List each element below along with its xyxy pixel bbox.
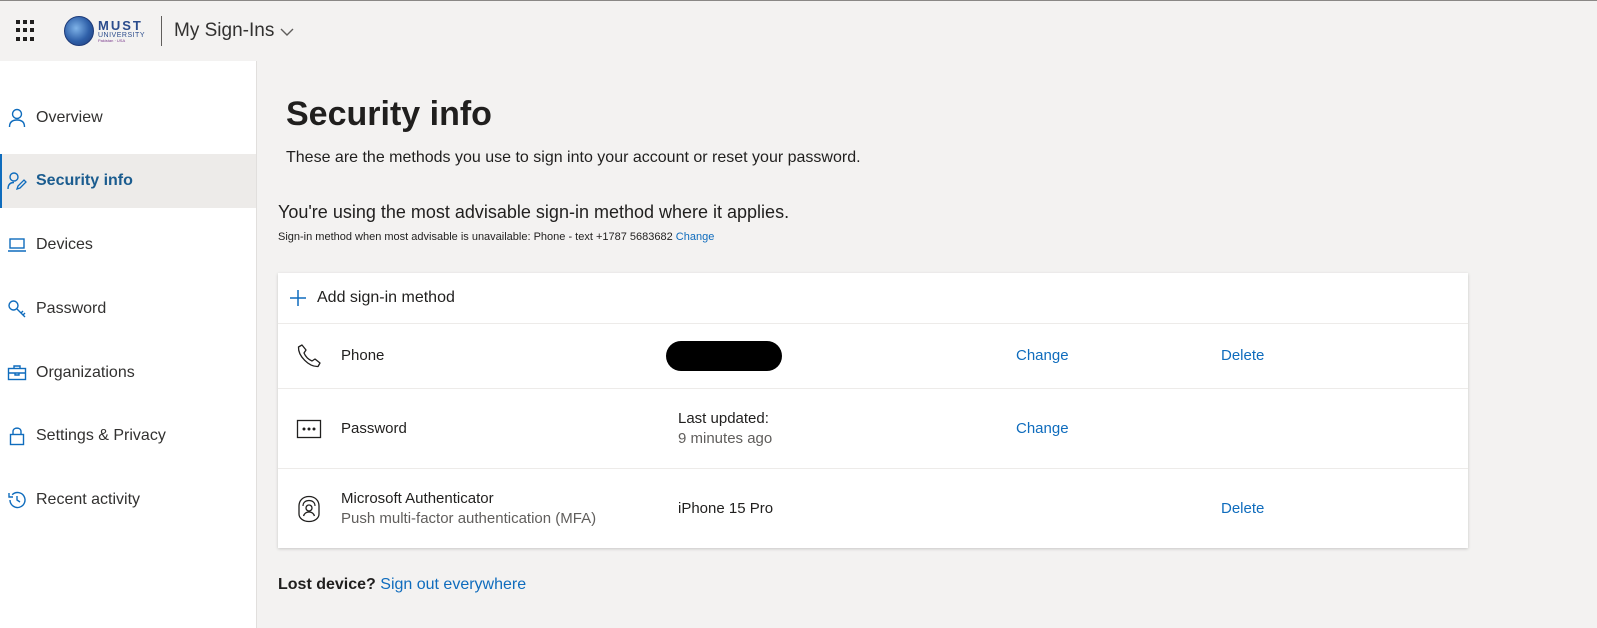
history-icon <box>7 490 27 510</box>
authenticator-subtitle: Push multi-factor authentication (MFA) <box>341 510 597 527</box>
sidebar-item-password[interactable]: Password <box>0 282 256 336</box>
app-launcher-icon[interactable] <box>16 20 38 42</box>
redacted-phone-number <box>666 341 782 371</box>
page-title: Security info <box>286 95 492 133</box>
chevron-down-icon <box>280 28 294 36</box>
authenticator-device: iPhone 15 Pro <box>678 500 774 517</box>
authenticator-delete-link[interactable]: Delete <box>1221 500 1264 517</box>
sidebar: Overview Security info Devices Password … <box>0 61 257 628</box>
person-icon <box>7 108 27 128</box>
authenticator-title: Microsoft Authenticator <box>341 490 494 507</box>
sidebar-item-label: Devices <box>36 236 93 253</box>
method-name: Microsoft Authenticator Push multi-facto… <box>341 490 596 527</box>
phone-icon <box>295 342 323 370</box>
method-name: Password <box>341 420 407 437</box>
sidebar-item-settings-privacy[interactable]: Settings & Privacy <box>0 409 256 463</box>
method-row-authenticator: Microsoft Authenticator Push multi-facto… <box>278 469 1468 549</box>
add-sign-in-method-button[interactable]: Add sign-in method <box>278 273 1468 324</box>
method-row-password: Password Last updated: 9 minutes ago Cha… <box>278 389 1468 469</box>
password-last-updated: Last updated: 9 minutes ago <box>678 410 772 447</box>
sidebar-item-label: Security info <box>36 172 133 189</box>
laptop-icon <box>7 235 27 255</box>
sidebar-item-security-info[interactable]: Security info <box>0 154 256 208</box>
sidebar-item-devices[interactable]: Devices <box>0 218 256 272</box>
advisable-method-status: You're using the most advisable sign-in … <box>278 202 790 222</box>
lock-icon <box>7 426 27 446</box>
sidebar-item-overview[interactable]: Overview <box>0 91 256 145</box>
last-updated-value: 9 minutes ago <box>678 430 773 447</box>
method-row-phone: Phone Change Delete <box>278 324 1468 389</box>
sidebar-item-label: Password <box>36 300 107 317</box>
sidebar-item-label: Recent activity <box>36 491 141 508</box>
sidebar-item-organizations[interactable]: Organizations <box>0 346 256 400</box>
methods-card: Add sign-in method Phone Change Delete P… <box>278 273 1468 548</box>
phone-delete-link[interactable]: Delete <box>1221 347 1264 364</box>
app-switcher[interactable]: My Sign-Ins <box>174 20 294 42</box>
fallback-method-label: Sign-in method when most advisable is un… <box>278 231 673 243</box>
lost-device-section: Lost device? Sign out everywhere <box>278 576 526 594</box>
last-updated-label: Last updated: <box>678 410 769 427</box>
page-description: These are the methods you use to sign in… <box>286 149 861 166</box>
briefcase-icon <box>7 363 27 383</box>
key-icon <box>7 299 27 319</box>
logo-main-text: MUST <box>98 18 143 33</box>
plus-icon <box>290 290 306 306</box>
header-divider <box>161 16 163 46</box>
password-change-link[interactable]: Change <box>1016 420 1069 437</box>
logo-tiny-text: Pakistan · USA <box>98 38 126 43</box>
sidebar-item-recent-activity[interactable]: Recent activity <box>0 473 256 527</box>
fallback-method-text: Sign-in method when most advisable is un… <box>278 231 714 243</box>
top-bar: MUST UNIVERSITY Pakistan · USA My Sign-I… <box>0 0 1597 61</box>
method-name: Phone <box>341 347 385 364</box>
password-icon <box>295 415 323 443</box>
lost-device-label: Lost device? <box>278 576 376 593</box>
app-title: My Sign-Ins <box>174 20 275 41</box>
sidebar-item-label: Organizations <box>36 364 135 381</box>
phone-change-link[interactable]: Change <box>1016 347 1069 364</box>
main-content: Security info These are the methods you … <box>258 61 1597 628</box>
person-edit-icon <box>7 171 27 191</box>
organization-logo: MUST UNIVERSITY Pakistan · USA <box>64 16 145 46</box>
authenticator-icon <box>295 495 323 523</box>
add-sign-in-method-label: Add sign-in method <box>317 289 455 306</box>
sign-out-everywhere-link[interactable]: Sign out everywhere <box>380 576 526 593</box>
sidebar-item-label: Settings & Privacy <box>36 427 166 444</box>
globe-icon <box>64 16 94 46</box>
sidebar-item-label: Overview <box>36 109 103 126</box>
fallback-change-link[interactable]: Change <box>676 231 715 243</box>
